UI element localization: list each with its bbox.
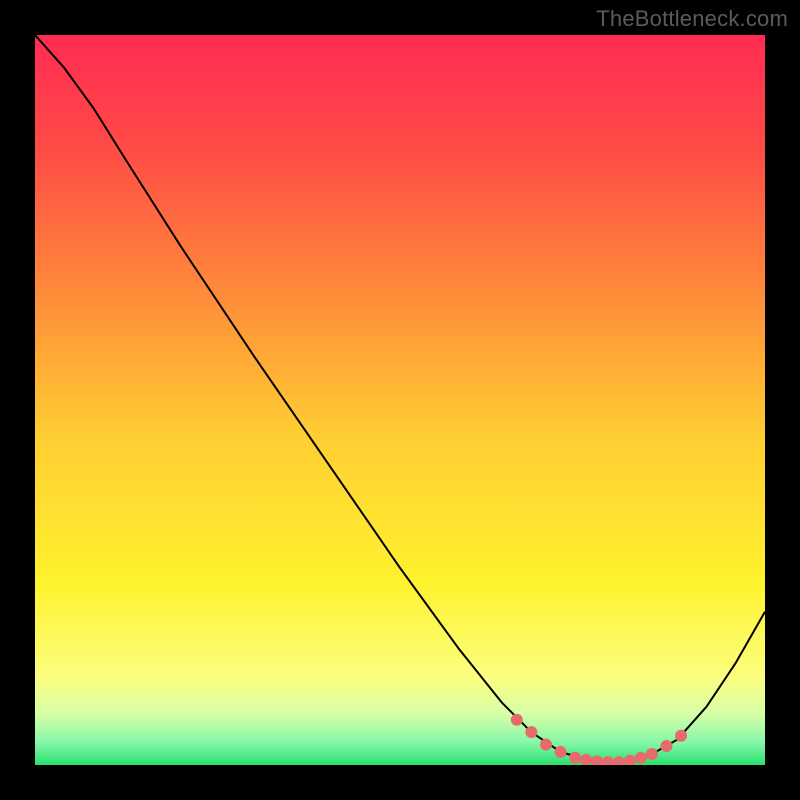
marker-dot [555,746,567,758]
chart-container: TheBottleneck.com [0,0,800,800]
marker-dot [646,748,658,760]
gradient-background [35,35,765,765]
watermark-text: TheBottleneck.com [596,6,788,32]
marker-dot [540,739,552,751]
chart-svg [35,35,765,765]
marker-dot [569,752,581,764]
marker-dot [635,752,647,764]
marker-dot [525,726,537,738]
marker-dot [660,740,672,752]
marker-dot [511,714,523,726]
marker-dot [675,730,687,742]
plot-area [35,35,765,765]
